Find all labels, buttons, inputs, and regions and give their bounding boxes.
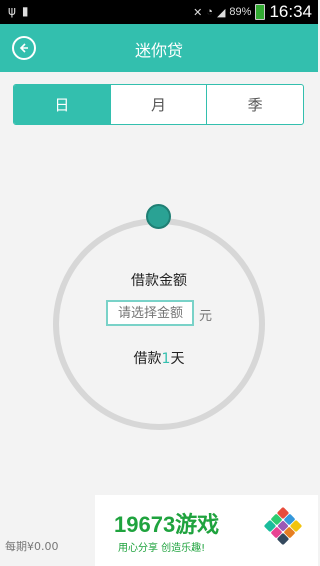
installment-amount: 每期¥0.00 xyxy=(5,540,59,553)
tab-month[interactable]: 月 xyxy=(109,85,207,124)
status-time: 16:34 xyxy=(269,2,312,21)
period-tabs: 日 月 季 xyxy=(13,84,304,125)
watermark-subtitle: 用心分享 创造乐趣! xyxy=(118,543,206,554)
amount-unit: 元 xyxy=(199,309,213,324)
page-title: 迷你贷 xyxy=(134,41,183,60)
battery-percent: 89% xyxy=(229,6,252,18)
term-suffix: 天 xyxy=(170,351,185,367)
tab-day[interactable]: 日 xyxy=(14,85,110,124)
watermark-logo: 19673游戏 用心分享 创造乐趣! xyxy=(95,495,318,566)
watermark-title: 19673游戏 xyxy=(114,512,220,537)
wifi-icon: ◔ xyxy=(206,6,213,18)
no-sound-icon: ✕ xyxy=(193,6,203,19)
sim-icon: ▮ xyxy=(21,4,29,18)
battery-icon xyxy=(255,4,266,20)
status-bar: ψ ▮ ✕ ◔ ◢ 89% 16:34 xyxy=(0,0,318,24)
usb-icon: ψ xyxy=(8,4,16,18)
tab-season[interactable]: 季 xyxy=(206,85,303,124)
dial-knob[interactable] xyxy=(146,204,171,229)
amount-input[interactable] xyxy=(106,300,194,326)
amount-label: 借款金额 xyxy=(131,273,187,289)
app-header: 迷你贷 xyxy=(0,24,318,72)
term-prefix: 借款 xyxy=(133,351,162,367)
signal-icon: ◢ xyxy=(216,6,226,19)
loan-term: 借款1天 xyxy=(0,348,318,368)
cube-logo-icon xyxy=(263,506,303,546)
